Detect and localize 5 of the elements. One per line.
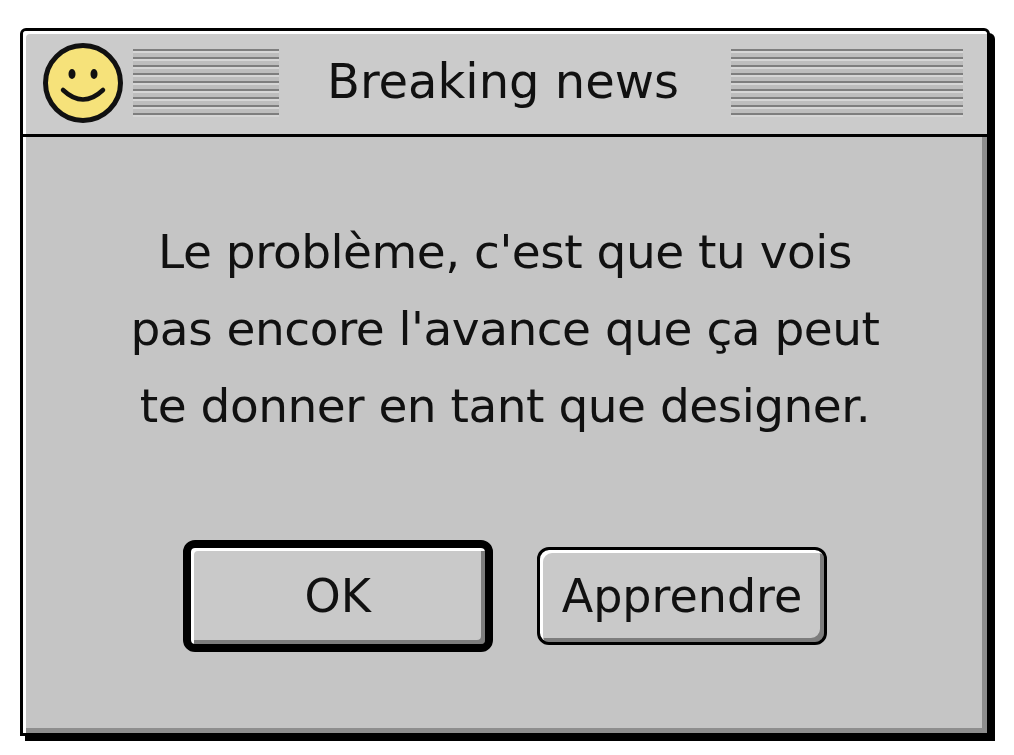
window-title: Breaking news <box>326 56 680 109</box>
message-text: Le problème, c'est que tu vois pas encore l'avance que ça peut te donner en tant que designer. <box>129 223 881 435</box>
default-button[interactable]: OK <box>182 540 493 652</box>
smiley-icon <box>43 42 123 123</box>
dialog-button[interactable]: Apprendre <box>536 547 828 645</box>
